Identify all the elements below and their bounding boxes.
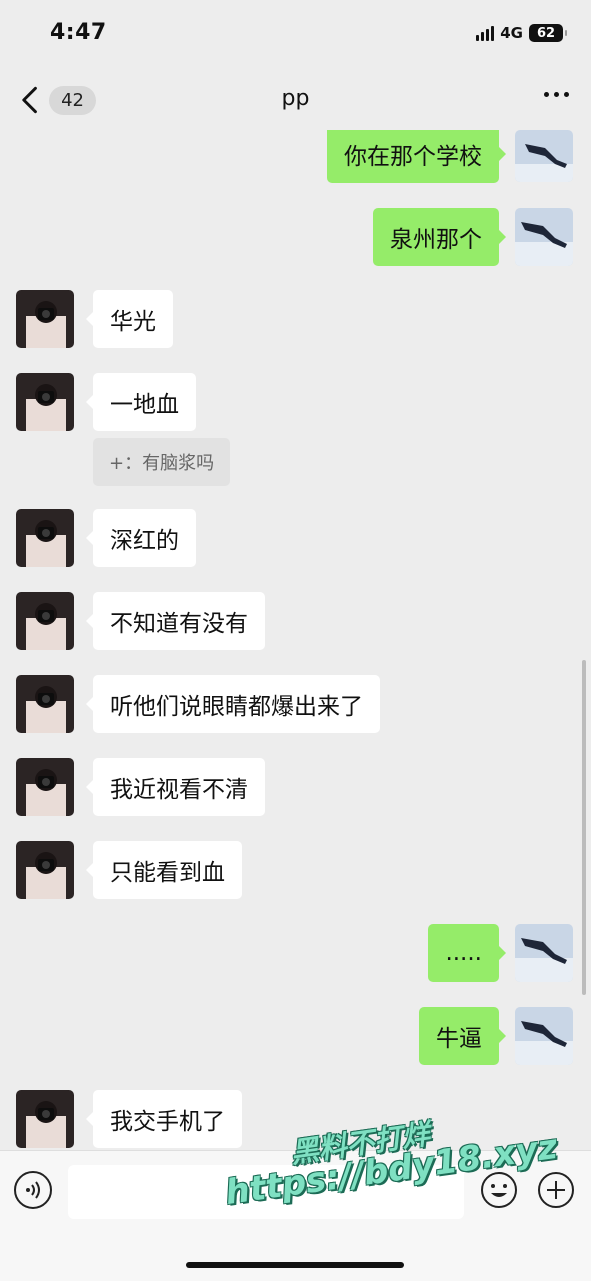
message-bubble-out[interactable]: 泉州那个 (373, 208, 506, 266)
plus-icon (538, 1172, 574, 1208)
message-bubble-out[interactable]: 你在那个学校 (327, 130, 506, 183)
signal-icon (476, 25, 495, 41)
message-bubble-out[interactable]: ..... (428, 924, 506, 982)
contact-avatar[interactable] (16, 592, 74, 650)
message-bubble-in[interactable]: 一地血 (86, 373, 196, 431)
battery-icon: 62 (529, 24, 567, 42)
message-bubble-in[interactable]: 只能看到血 (86, 841, 242, 899)
message-list[interactable]: 你在那个学校 泉州那个 华光 一地血 +：有脑浆吗 深红的 不知道有没有 听他们… (0, 130, 591, 1150)
my-avatar[interactable] (515, 1007, 573, 1065)
my-avatar[interactable] (515, 208, 573, 266)
contact-avatar[interactable] (16, 841, 74, 899)
message-bubble-in[interactable]: 听他们说眼睛都爆出来了 (86, 675, 380, 733)
message-bubble-in[interactable]: 我交手机了 (86, 1090, 242, 1148)
network-label: 4G (500, 24, 523, 42)
nav-bar: 42 pp (0, 70, 591, 130)
message-bubble-in[interactable]: 不知道有没有 (86, 592, 265, 650)
message-bubble-in[interactable]: 深红的 (86, 509, 196, 567)
my-avatar[interactable] (515, 924, 573, 982)
contact-avatar[interactable] (16, 373, 74, 431)
status-indicators: 4G 62 (476, 24, 567, 42)
chat-title: pp (281, 86, 310, 111)
contact-avatar[interactable] (16, 758, 74, 816)
more-icon[interactable] (544, 92, 569, 97)
my-avatar[interactable] (515, 130, 573, 182)
plus-button[interactable] (537, 1171, 575, 1209)
scrollbar[interactable] (582, 660, 586, 995)
contact-avatar[interactable] (16, 1090, 74, 1148)
voice-icon (26, 1181, 40, 1199)
status-bar: 4:47 4G 62 (0, 0, 591, 70)
status-time: 4:47 (50, 20, 107, 45)
message-bubble-out[interactable]: 牛逼 (419, 1007, 506, 1065)
message-bubble-in[interactable]: 华光 (86, 290, 173, 348)
contact-avatar[interactable] (16, 509, 74, 567)
contact-avatar[interactable] (16, 675, 74, 733)
battery-level: 62 (536, 25, 556, 41)
contact-avatar[interactable] (16, 290, 74, 348)
quoted-reply[interactable]: +：有脑浆吗 (93, 438, 231, 486)
message-bubble-in[interactable]: 我近视看不清 (86, 758, 265, 816)
home-indicator[interactable] (186, 1262, 404, 1268)
voice-button[interactable] (14, 1171, 52, 1209)
